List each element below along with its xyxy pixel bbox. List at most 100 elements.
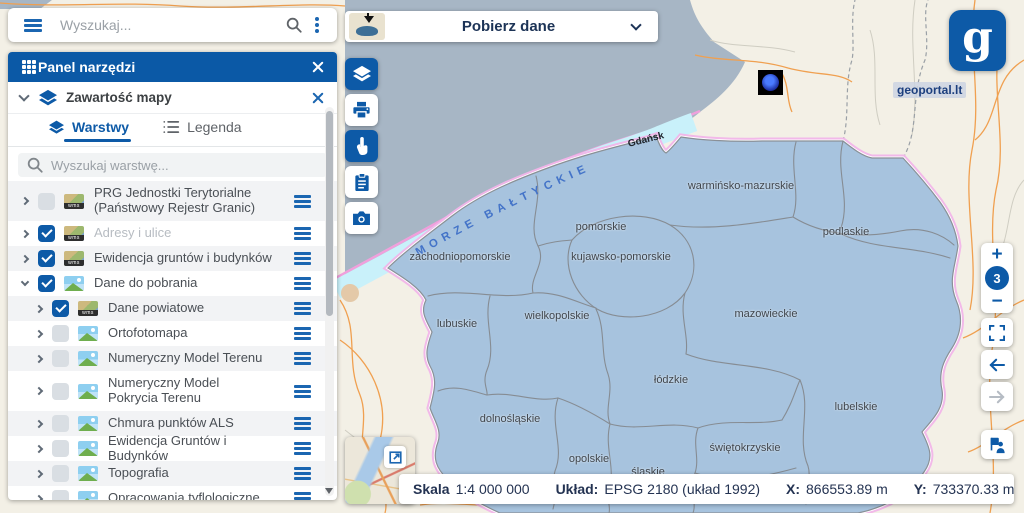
layer-search-box [18,153,327,177]
layer-menu-icon[interactable] [294,307,311,310]
legend-list-icon [163,120,180,134]
kaliningrad-marker[interactable] [758,70,783,95]
layer-menu-icon[interactable] [294,357,311,360]
layer-row[interactable]: Numeryczny Model Pokrycia Terenu [8,371,337,411]
layer-row[interactable]: Opracowania tyflologiczne [8,486,337,500]
history-back-button[interactable] [981,350,1013,379]
fullscreen-button[interactable] [981,318,1013,347]
layer-label: Ewidencja Gruntów i Budynków [108,434,294,464]
chevron-right-icon[interactable] [35,469,43,477]
history-forward-button[interactable] [981,382,1013,411]
layer-row[interactable]: wms Dane powiatowe [8,296,337,321]
layer-menu-icon[interactable] [294,390,311,393]
crs-label: Układ: [556,481,599,497]
geoportal-lt-marker[interactable]: geoportal.lt [893,82,966,98]
layer-row[interactable]: wms PRG Jednostki Terytorialne (Państwow… [8,181,337,221]
layer-menu-icon[interactable] [294,472,311,475]
close-section-icon[interactable] [311,91,325,105]
zoom-in-button[interactable]: + [991,245,1002,264]
close-panel-icon[interactable] [311,60,325,74]
layer-menu-icon[interactable] [294,447,311,450]
zoom-out-button[interactable]: − [991,292,1002,311]
layer-checkbox[interactable] [52,350,69,367]
layer-row[interactable]: wms Adresy i ulice [8,221,337,246]
print-tool-button[interactable] [345,94,378,126]
layer-checkbox[interactable] [38,275,55,292]
feedback-button[interactable] [981,430,1013,459]
tools-panel: Panel narzędzi Zawartość mapy Warstwy [8,52,337,500]
chevron-down-icon[interactable] [21,278,29,286]
section-title: Zawartość mapy [66,90,311,105]
tab-warstwy[interactable]: Warstwy [48,119,129,142]
hamburger-menu-icon[interactable] [24,24,42,27]
x-label: X: [786,481,800,497]
layer-label: Adresy i ulice [94,226,294,241]
panel-title: Panel narzędzi [38,59,311,75]
clipboard-tool-button[interactable] [345,166,378,198]
camera-icon [352,210,371,226]
panel-scrollbar[interactable] [325,107,334,496]
layer-label: Topografia [108,466,294,481]
layers-tool-button[interactable] [345,58,378,90]
chevron-right-icon[interactable] [21,229,29,237]
y-value: 733370.33 m [933,481,1015,497]
scroll-down-arrow[interactable] [325,488,333,494]
tab-label: Legenda [187,119,242,135]
chevron-right-icon[interactable] [21,254,29,262]
chevron-right-icon[interactable] [35,419,43,427]
tab-legenda[interactable]: Legenda [163,119,242,142]
layer-checkbox[interactable] [52,300,69,317]
layer-checkbox[interactable] [52,490,69,500]
layer-menu-icon[interactable] [294,332,311,335]
chevron-right-icon[interactable] [21,197,29,205]
crs-value: EPSG 2180 (układ 1992) [604,481,760,497]
chevron-right-icon[interactable] [35,444,43,452]
layer-row[interactable]: wms Ewidencja gruntów i budynków [8,246,337,271]
geoportal-logo[interactable]: g [949,10,1006,71]
map-content-section-header[interactable]: Zawartość mapy [8,82,337,114]
search-input[interactable] [60,17,285,33]
printer-icon [352,101,371,119]
layer-menu-icon[interactable] [294,422,311,425]
layer-checkbox[interactable] [38,225,55,242]
layer-label: Dane do pobrania [94,276,294,291]
chevron-down-icon[interactable] [18,90,29,101]
layer-row[interactable]: Dane do pobrania [8,271,337,296]
chevron-right-icon[interactable] [35,329,43,337]
layer-row[interactable]: Ewidencja Gruntów i Budynków [8,436,337,461]
expand-minimap-button[interactable] [384,446,406,468]
download-bar-label: Pobierz dane [385,18,632,35]
layer-checkbox[interactable] [38,250,55,267]
layer-search-input[interactable] [51,158,319,173]
layer-checkbox[interactable] [52,383,69,400]
layer-checkbox[interactable] [38,193,55,210]
layer-checkbox[interactable] [52,465,69,482]
layer-menu-icon[interactable] [294,200,311,203]
chevron-right-icon[interactable] [35,494,43,500]
x-value: 866553.89 m [806,481,888,497]
layer-checkbox[interactable] [52,440,69,457]
touch-tool-button[interactable] [345,130,378,162]
kebab-menu-icon[interactable] [315,23,319,27]
camera-tool-button[interactable] [345,202,378,234]
chevron-right-icon[interactable] [35,387,43,395]
layer-menu-icon[interactable] [294,497,311,500]
layer-checkbox[interactable] [52,325,69,342]
layer-menu-icon[interactable] [294,282,311,285]
grid-icon [22,60,26,64]
magnifier-icon[interactable] [285,16,303,34]
scale-label: Skala [413,481,450,497]
chevron-down-icon[interactable] [630,19,641,30]
layer-menu-icon[interactable] [294,257,311,260]
layer-row[interactable]: Ortofotomapa [8,321,337,346]
chevron-right-icon[interactable] [35,354,43,362]
chevron-right-icon[interactable] [35,304,43,312]
scrollbar-thumb[interactable] [326,111,333,316]
image-layer-icon [78,466,98,481]
layer-row[interactable]: Numeryczny Model Terenu [8,346,337,371]
download-data-bar[interactable]: Pobierz dane [345,11,658,42]
image-layer-icon [78,384,98,399]
layer-row[interactable]: Topografia [8,461,337,486]
layer-menu-icon[interactable] [294,232,311,235]
layer-checkbox[interactable] [52,415,69,432]
